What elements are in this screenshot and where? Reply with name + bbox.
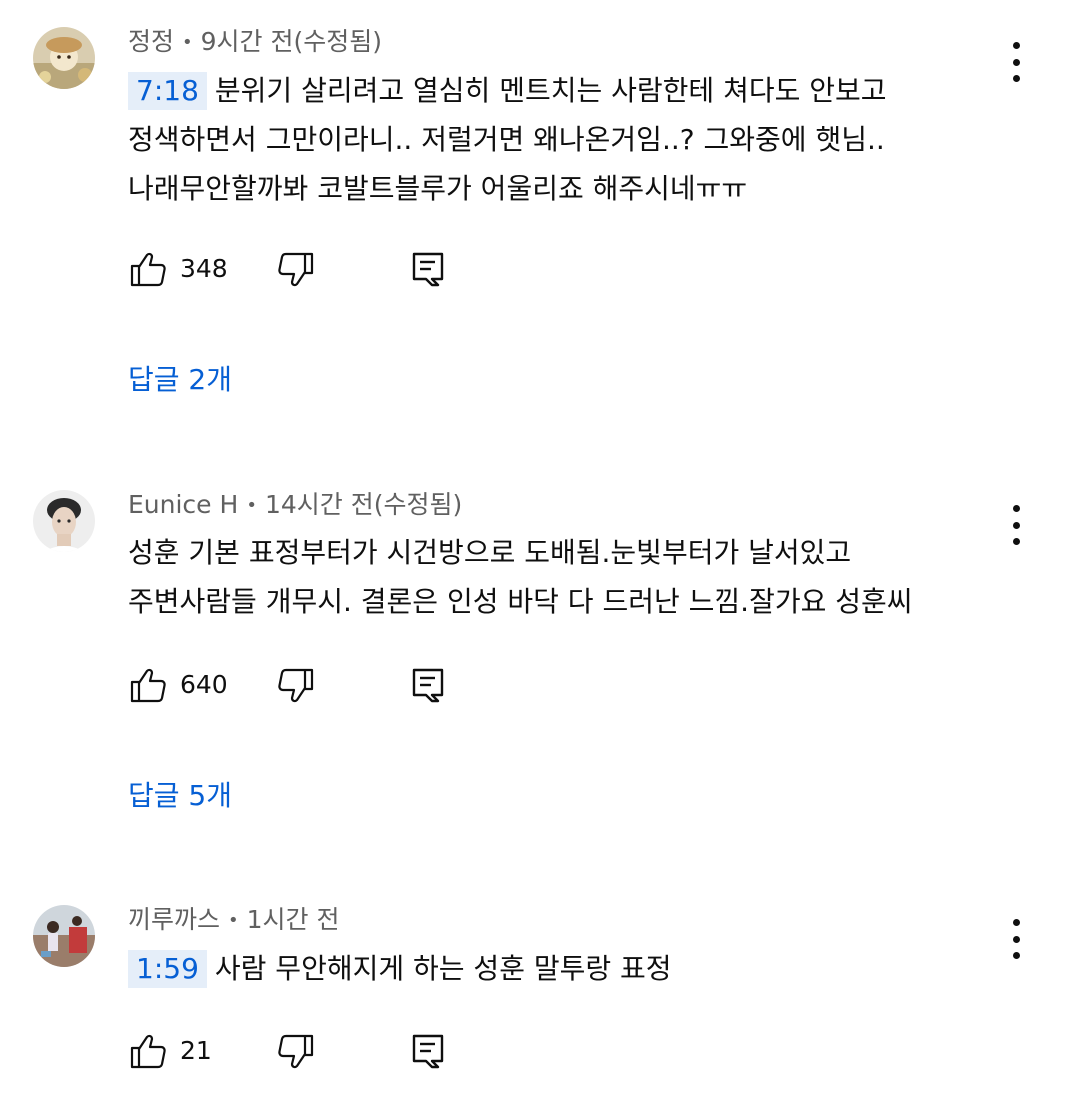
- avatar[interactable]: [33, 905, 95, 967]
- more-options-button[interactable]: [1002, 505, 1030, 545]
- comment-line: 분위기 살리려고 열심히 멘트치는 사람한테 쳐다도 안보고: [214, 74, 887, 107]
- like-count: 348: [180, 254, 228, 283]
- comment-meta: 끼루까스 • 1시간 전: [128, 905, 340, 936]
- more-vertical-icon: [1012, 42, 1020, 49]
- comment-text: 1:59 사람 무안해지게 하는 성훈 말투랑 표정: [128, 944, 958, 993]
- author-name[interactable]: 정정: [128, 27, 174, 56]
- thumb-down-icon[interactable]: [276, 665, 316, 705]
- thumb-up-icon[interactable]: [128, 665, 168, 705]
- separator-dot: •: [228, 910, 239, 931]
- comment-meta: Eunice H • 14시간 전(수정됨): [128, 490, 462, 521]
- thumb-up-icon[interactable]: [128, 249, 168, 289]
- like-count: 640: [180, 670, 228, 699]
- comment-text: 성훈 기본 표정부터가 시건방으로 도배됨.눈빛부터가 날서있고 주변사람들 개…: [128, 528, 958, 626]
- like-count: 21: [180, 1036, 212, 1065]
- thumb-down-icon[interactable]: [276, 1031, 316, 1071]
- more-vertical-icon: [1012, 919, 1020, 926]
- separator-dot: •: [182, 32, 193, 53]
- avatar-image: [33, 27, 95, 89]
- comment-time: 14시간 전(수정됨): [264, 490, 463, 519]
- comment-line: 주변사람들 개무시. 결론은 인성 바닥 다 드러난 느낌.잘가요 성훈씨: [128, 585, 913, 618]
- comment-meta: 정정 • 9시간 전(수정됨): [128, 27, 382, 58]
- comment-actions: 21: [128, 1031, 488, 1071]
- comment-actions: 640: [128, 665, 488, 705]
- comment-line: 나래무안할까봐 코발트블루가 어울리죠 해주시네ㅠㅠ: [128, 172, 748, 205]
- comment-line: 사람 무안해지게 하는 성훈 말투랑 표정: [214, 952, 672, 985]
- avatar[interactable]: [33, 490, 95, 552]
- comment-actions: 348: [128, 249, 488, 289]
- replies-toggle[interactable]: 답글 5개: [128, 778, 232, 814]
- more-vertical-icon: [1012, 505, 1020, 512]
- comment-line: 정색하면서 그만이라니.. 저럴거면 왜나온거임..? 그와중에 햇님..: [128, 123, 885, 156]
- more-options-button[interactable]: [1002, 919, 1030, 959]
- avatar[interactable]: [33, 27, 95, 89]
- thumb-down-icon[interactable]: [276, 249, 316, 289]
- separator-dot: •: [246, 495, 257, 516]
- avatar-image: [33, 490, 95, 552]
- thumb-up-icon[interactable]: [128, 1031, 168, 1071]
- timestamp-link[interactable]: 7:18: [128, 72, 207, 110]
- comment-line: 성훈 기본 표정부터가 시건방으로 도배됨.눈빛부터가 날서있고: [128, 536, 852, 569]
- avatar-image: [33, 905, 95, 967]
- author-name[interactable]: 끼루까스: [128, 905, 220, 934]
- reply-comment-icon[interactable]: [408, 665, 448, 705]
- reply-comment-icon[interactable]: [408, 249, 448, 289]
- comment-time: 1시간 전: [246, 905, 340, 934]
- comment-text: 7:18 분위기 살리려고 열심히 멘트치는 사람한테 쳐다도 안보고 정색하면서…: [128, 66, 958, 213]
- replies-toggle[interactable]: 답글 2개: [128, 362, 232, 398]
- more-options-button[interactable]: [1002, 42, 1030, 82]
- author-name[interactable]: Eunice H: [128, 490, 238, 519]
- comment-time: 9시간 전(수정됨): [200, 27, 383, 56]
- timestamp-link[interactable]: 1:59: [128, 950, 207, 988]
- reply-comment-icon[interactable]: [408, 1031, 448, 1071]
